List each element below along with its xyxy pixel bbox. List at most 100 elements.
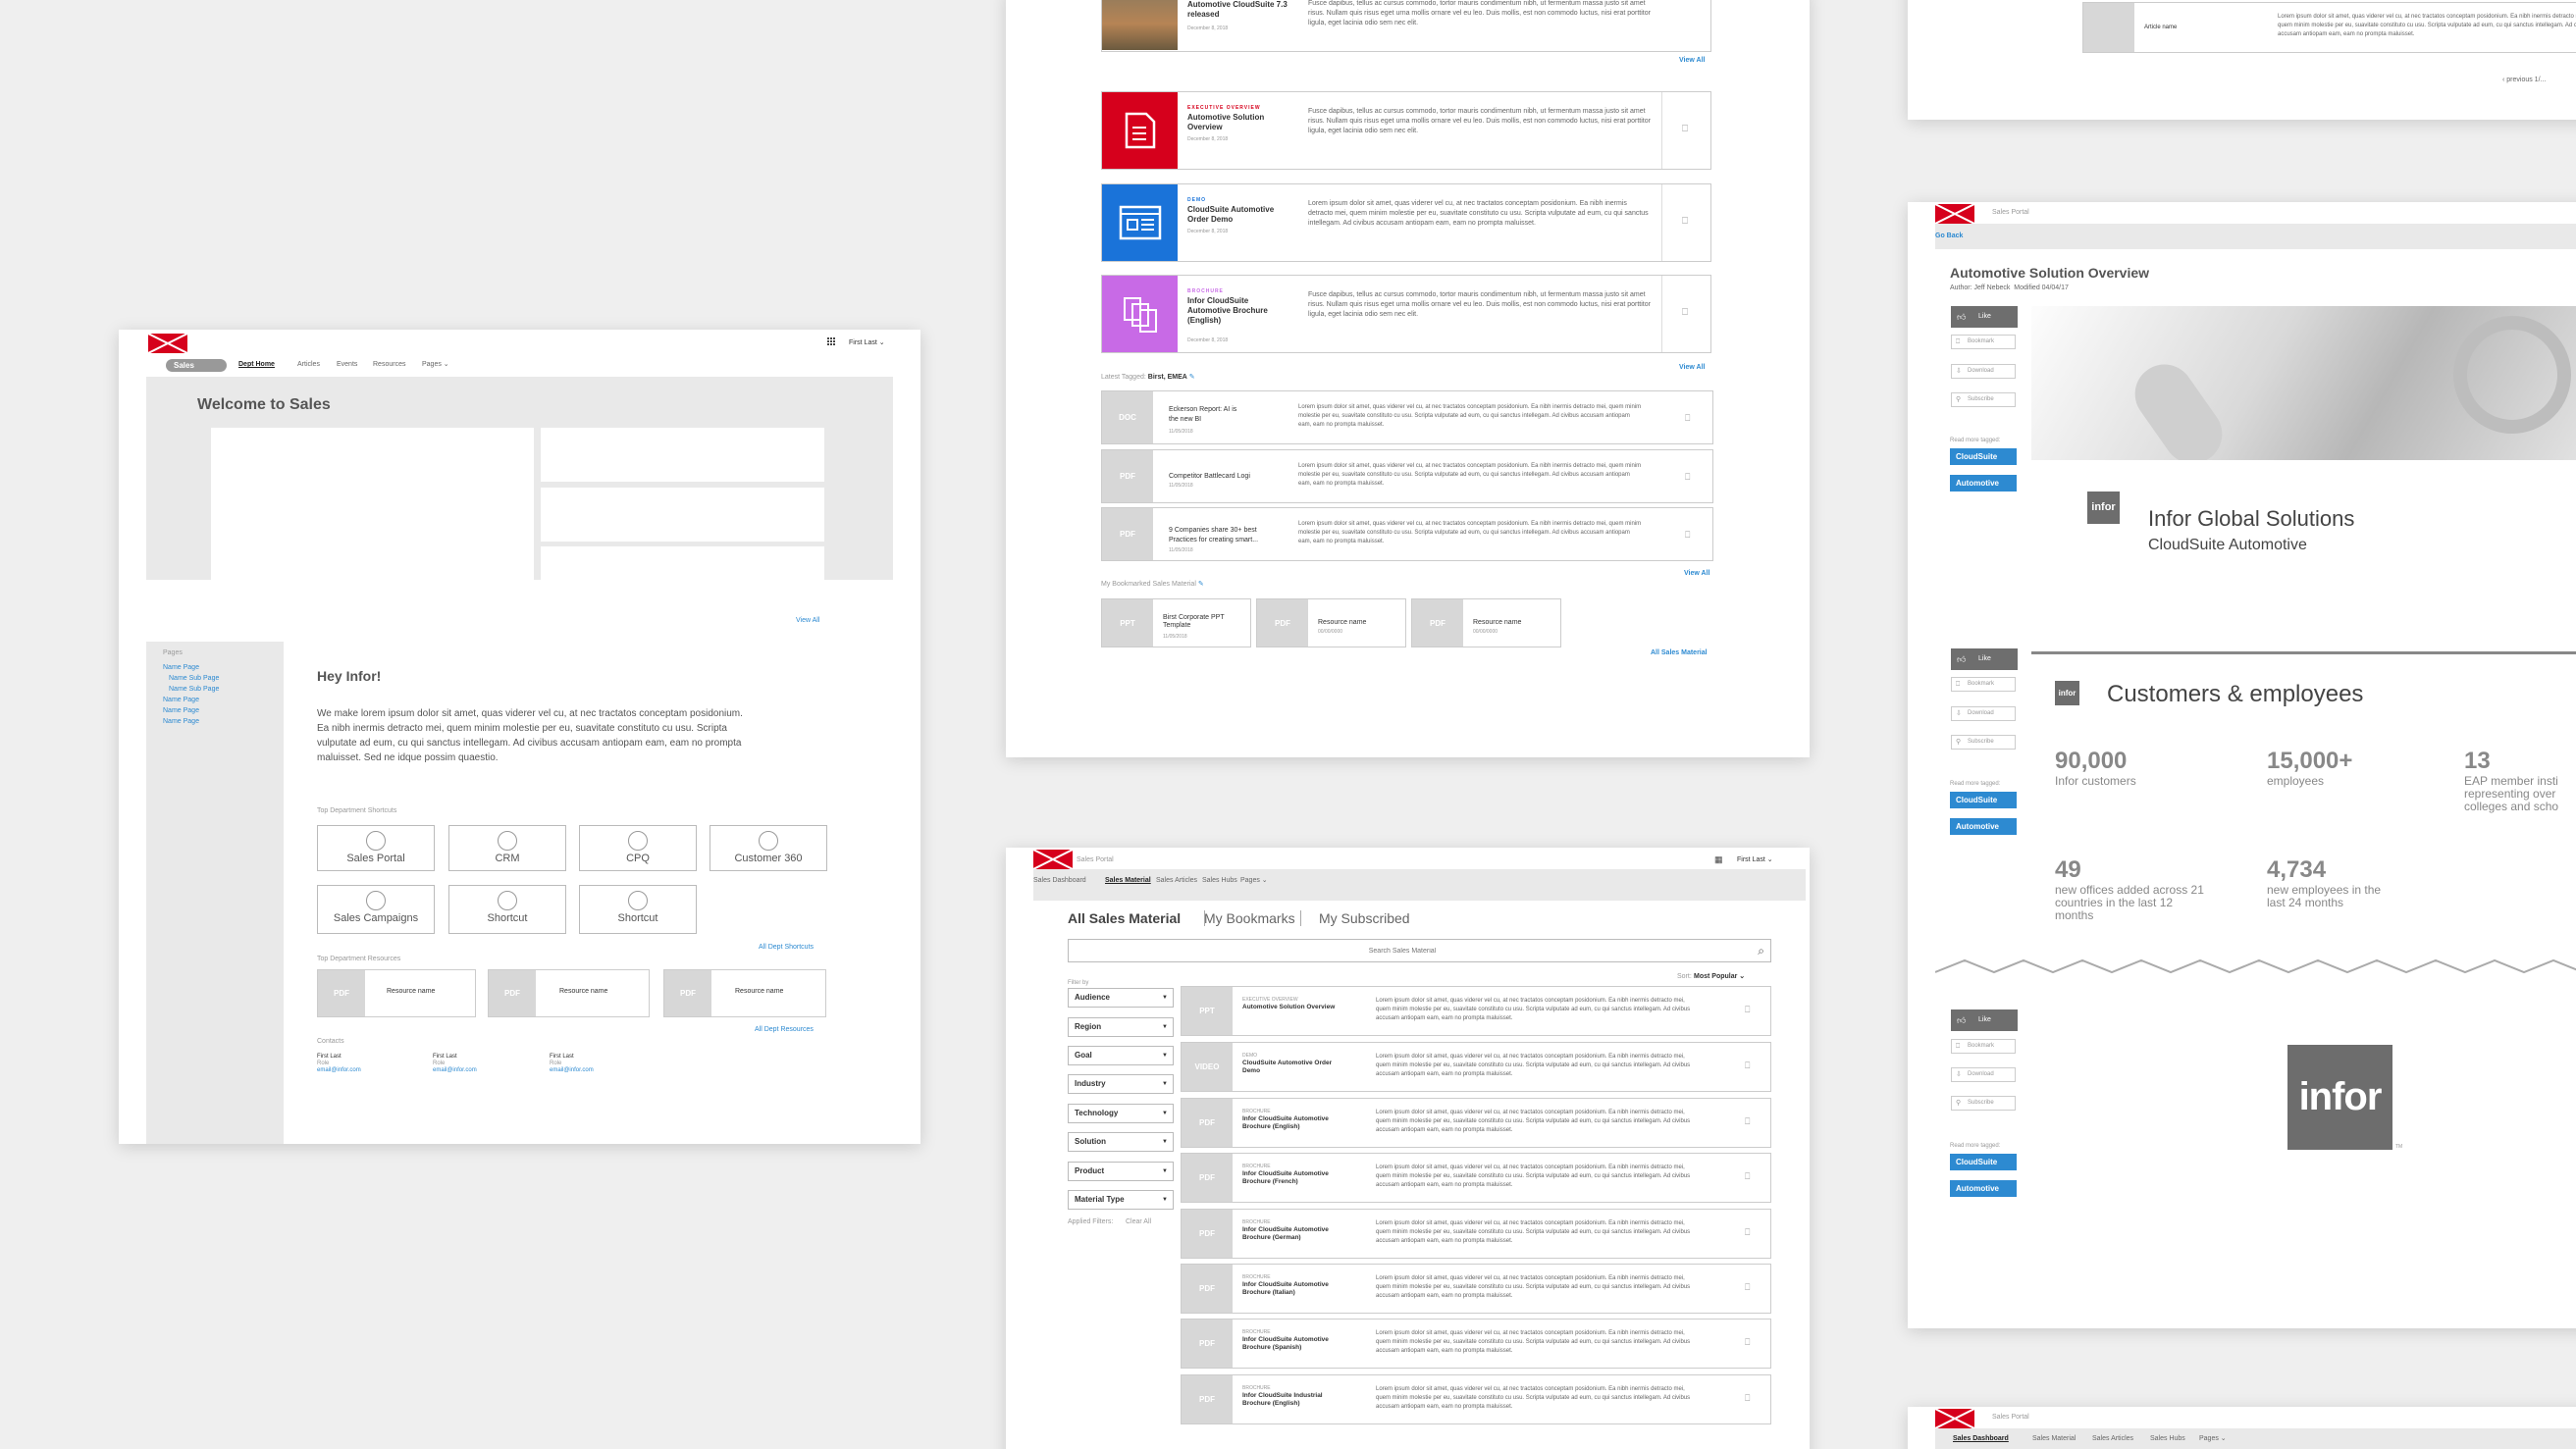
nav-sales-dashboard[interactable]: Sales Dashboard [1953, 1435, 2009, 1443]
download-button[interactable]: ⇩ Download [1951, 364, 2016, 379]
article-row[interactable]: Article name Lorem ipsum dolor sit amet,… [2082, 2, 2576, 53]
view-all-link[interactable]: View All [1679, 364, 1705, 372]
featured-item[interactable]: EXECUTIVE OVERVIEW Automotive Solution O… [1101, 91, 1711, 170]
bookmark-icon[interactable]: ⎕ [1682, 124, 1692, 135]
sidebar-page-link[interactable]: Name Page [163, 664, 199, 672]
bookmark-card[interactable]: PPT Birst Corporate PPT Template 11/05/201… [1101, 598, 1251, 647]
apps-grid-icon[interactable] [827, 337, 836, 346]
nav-events[interactable]: Events [337, 361, 357, 369]
filter-product[interactable]: Product ▼ [1068, 1162, 1174, 1181]
filter-industry[interactable]: Industry ▼ [1068, 1074, 1174, 1094]
infor-logo-icon[interactable] [148, 334, 187, 353]
bookmark-icon[interactable]: ⎕ [1745, 1393, 1755, 1405]
tag-automotive[interactable]: Automotive [1950, 818, 2017, 835]
breadcrumb[interactable]: Sales Portal [1077, 856, 1114, 864]
nav-articles[interactable]: Articles [297, 361, 320, 369]
tag-automotive[interactable]: Automotive [1950, 475, 2017, 492]
latest-item[interactable]: PDF Competitor Battlecard Logi 11/05/2018 L… [1101, 449, 1713, 503]
subscribe-button[interactable]: ⚲ Subscribe [1951, 735, 2016, 750]
tab-all-sales-material[interactable]: All Sales Material [1068, 910, 1181, 927]
bookmark-card[interactable]: PDF Resource name 00/00/0000 [1411, 598, 1561, 647]
shortcut-generic[interactable]: Shortcut [448, 885, 566, 934]
view-all-link[interactable]: View All [796, 617, 819, 625]
nav-sales-articles[interactable]: Sales Articles [1156, 877, 1197, 885]
dept-switcher[interactable]: Sales [166, 359, 227, 372]
tab-my-bookmarks[interactable]: My Bookmarks [1204, 910, 1295, 927]
filter-material-type[interactable]: Material Type ▼ [1068, 1190, 1174, 1210]
material-row[interactable]: PPT EXECUTIVE OVERVIEW Automotive Solution… [1181, 986, 1771, 1036]
feature-card[interactable] [541, 546, 824, 600]
latest-tags[interactable]: Birst, EMEA [1148, 374, 1187, 381]
material-row[interactable]: PDF BROCHURE Infor CloudSuite Automotive B… [1181, 1098, 1771, 1148]
filter-audience[interactable]: Audience ▼ [1068, 988, 1174, 1008]
sidebar-page-link[interactable]: Name Page [163, 718, 199, 726]
all-shortcuts-link[interactable]: All Dept Shortcuts [759, 944, 814, 952]
shortcut-crm[interactable]: CRM [448, 825, 566, 871]
contact-email[interactable]: email@infor.com [550, 1067, 594, 1074]
bookmark-icon[interactable]: ⎕ [1685, 472, 1695, 484]
view-all-link[interactable]: View All [1679, 57, 1705, 65]
search-icon[interactable]: ⌕ [1758, 944, 1764, 958]
resource-card[interactable]: PDF Resource name [663, 969, 826, 1017]
bookmark-button[interactable]: ⎕ Bookmark [1951, 1039, 2016, 1054]
material-row[interactable]: PDF BROCHURE Infor CloudSuite Automotive B… [1181, 1319, 1771, 1369]
sort-dropdown[interactable]: Most Popular ⌄ [1694, 973, 1745, 981]
nav-dept-home[interactable]: Dept Home [238, 361, 275, 369]
download-button[interactable]: ⇩ Download [1951, 706, 2016, 721]
filter-region[interactable]: Region ▼ [1068, 1017, 1174, 1037]
nav-sales-hubs[interactable]: Sales Hubs [1202, 877, 1237, 885]
clear-all-link[interactable]: Clear All [1126, 1218, 1151, 1226]
bookmark-button[interactable]: ⎕ Bookmark [1951, 677, 2016, 692]
filter-solution[interactable]: Solution ▼ [1068, 1132, 1174, 1152]
like-button[interactable]: 👍︎ Like [1951, 1009, 2018, 1031]
bookmark-icon[interactable]: ⎕ [1682, 216, 1692, 228]
bookmark-icon[interactable]: ⎕ [1745, 1061, 1755, 1072]
sidebar-page-link[interactable]: Name Page [163, 697, 199, 704]
bookmark-icon[interactable]: ⎕ [1745, 1171, 1755, 1183]
bookmark-icon[interactable]: ⎕ [1745, 1282, 1755, 1294]
tag-cloudsuite[interactable]: CloudSuite [1950, 1154, 2017, 1170]
shortcut-customer-360[interactable]: Customer 360 [710, 825, 827, 871]
download-button[interactable]: ⇩ Download [1951, 1067, 2016, 1082]
latest-item[interactable]: DOC Eckerson Report: AI is the new BI 11/0… [1101, 390, 1713, 444]
all-resources-link[interactable]: All Dept Resources [755, 1026, 814, 1034]
search-input[interactable] [1069, 940, 1736, 962]
nav-sales-material[interactable]: Sales Material [2032, 1435, 2076, 1443]
material-row[interactable]: VIDEO DEMO CloudSuite Automotive Order Dem… [1181, 1042, 1771, 1092]
filter-goal[interactable]: Goal ▼ [1068, 1046, 1174, 1065]
nav-pages[interactable]: Pages ⌄ [1240, 877, 1268, 885]
resource-card[interactable]: PDF Resource name [488, 969, 650, 1017]
user-menu[interactable]: First Last ⌄ [849, 339, 885, 347]
nav-resources[interactable]: Resources [373, 361, 405, 369]
nav-sales-material[interactable]: Sales Material [1105, 877, 1151, 885]
sidebar-page-link[interactable]: Name Page [163, 707, 199, 715]
feature-card[interactable] [541, 488, 824, 542]
infor-logo-icon[interactable] [1935, 1409, 1974, 1428]
go-back-link[interactable]: Go Back [1935, 233, 1963, 240]
shortcut-sales-campaigns[interactable]: Sales Campaigns [317, 885, 435, 934]
sidebar-subpage-link[interactable]: Name Sub Page [169, 686, 219, 694]
breadcrumb[interactable]: Sales Portal [1992, 209, 2029, 217]
material-row[interactable]: PDF BROCHURE Infor CloudSuite Automotive B… [1181, 1264, 1771, 1314]
nav-sales-dashboard[interactable]: Sales Dashboard [1033, 877, 1086, 885]
subscribe-button[interactable]: ⚲ Subscribe [1951, 1096, 2016, 1111]
feature-card[interactable] [541, 428, 824, 482]
shortcut-generic[interactable]: Shortcut [579, 885, 697, 934]
user-menu[interactable]: First Last ⌄ [1737, 856, 1773, 864]
contact-email[interactable]: email@infor.com [433, 1067, 477, 1074]
infor-logo-icon[interactable] [1033, 850, 1073, 869]
feed-item-top[interactable]: Automotive CloudSuite 7.3 released Decem… [1101, 0, 1711, 52]
nav-sales-hubs[interactable]: Sales Hubs [2150, 1435, 2185, 1443]
material-row[interactable]: PDF BROCHURE Infor CloudSuite Automotive B… [1181, 1209, 1771, 1259]
breadcrumb[interactable]: Sales Portal [1992, 1414, 2029, 1422]
bookmark-icon[interactable]: ⎕ [1685, 413, 1695, 425]
nav-pages[interactable]: Pages ⌄ [2199, 1435, 2227, 1443]
bookmark-icon[interactable]: ⎕ [1745, 1005, 1755, 1016]
search-bar[interactable]: ⌕ [1068, 939, 1771, 962]
material-row[interactable]: PDF BROCHURE Infor CloudSuite Industrial B… [1181, 1374, 1771, 1424]
apps-grid-icon[interactable]: ▦ [1714, 854, 1723, 865]
featured-item[interactable]: BROCHURE Infor CloudSuite Automotive Bro… [1101, 275, 1711, 353]
all-sales-material-link[interactable]: All Sales Material [1651, 649, 1708, 657]
nav-sales-articles[interactable]: Sales Articles [2092, 1435, 2133, 1443]
subscribe-button[interactable]: ⚲ Subscribe [1951, 392, 2016, 407]
